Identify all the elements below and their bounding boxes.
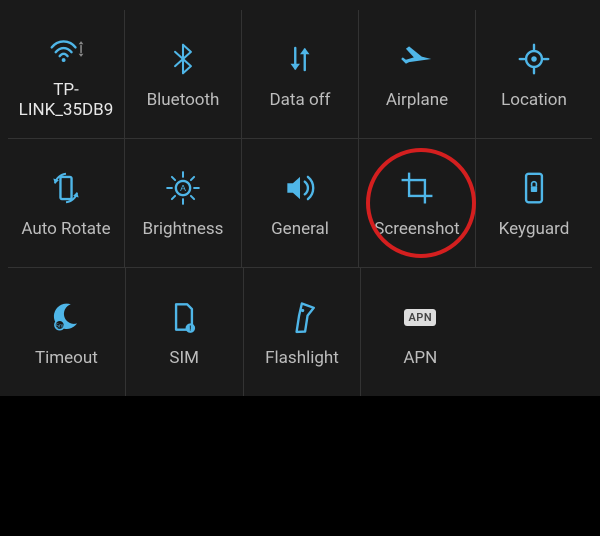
sim-icon: ! [162,295,206,339]
tile-label: APN [401,349,439,369]
lock-phone-icon [512,166,556,210]
wifi-icon [44,27,88,71]
tile-row-3: 5m Timeout ! SIM Flashligh [8,268,479,396]
tile-data[interactable]: Data off [242,10,359,138]
quick-settings-panel: TP-LINK_35DB9 Bluetooth Data off [0,0,600,396]
tile-auto-rotate[interactable]: Auto Rotate [8,139,125,267]
tile-label: Keyguard [497,220,572,240]
tile-label: Brightness [141,220,226,240]
tile-keyguard[interactable]: Keyguard [476,139,592,267]
tile-label: Flashlight [263,349,341,369]
apn-chip-icon: APN [398,295,442,339]
tile-row-1: TP-LINK_35DB9 Bluetooth Data off [8,10,592,139]
crop-icon [395,166,439,210]
volume-icon [278,166,322,210]
tile-label: General [269,220,331,240]
rotate-icon [44,166,88,210]
svg-text:!: ! [189,325,191,333]
tile-label: Auto Rotate [19,220,112,240]
tile-flashlight[interactable]: Flashlight [244,268,362,396]
tile-row-2: Auto Rotate A [8,139,592,268]
tile-sim[interactable]: ! SIM [126,268,244,396]
tile-brightness[interactable]: A Brightness [125,139,242,267]
tile-label: Bluetooth [145,91,222,111]
tile-sound-profile[interactable]: General [242,139,359,267]
tile-bluetooth[interactable]: Bluetooth [125,10,242,138]
flashlight-icon [280,295,324,339]
brightness-icon: A [161,166,205,210]
tile-screenshot[interactable]: Screenshot [359,139,476,267]
tile-apn[interactable]: APN APN [361,268,479,396]
tile-location[interactable]: Location [476,10,592,138]
tile-label: Timeout [33,349,100,369]
tile-label: TP-LINK_35DB9 [8,81,124,120]
tile-timeout[interactable]: 5m Timeout [8,268,126,396]
bluetooth-icon [161,37,205,81]
data-swap-icon [278,37,322,81]
airplane-icon [395,37,439,81]
tile-label: SIM [167,349,201,369]
tile-label: Screenshot [372,220,461,240]
tile-label: Location [499,91,569,111]
svg-text:A: A [180,183,186,193]
location-icon [512,37,556,81]
tile-wifi[interactable]: TP-LINK_35DB9 [8,10,125,138]
svg-text:5m: 5m [56,324,64,330]
tile-label: Data off [268,91,333,111]
tile-label: Airplane [384,91,450,111]
apn-chip-text: APN [404,309,436,326]
tile-airplane[interactable]: Airplane [359,10,476,138]
moon-icon: 5m [44,295,88,339]
